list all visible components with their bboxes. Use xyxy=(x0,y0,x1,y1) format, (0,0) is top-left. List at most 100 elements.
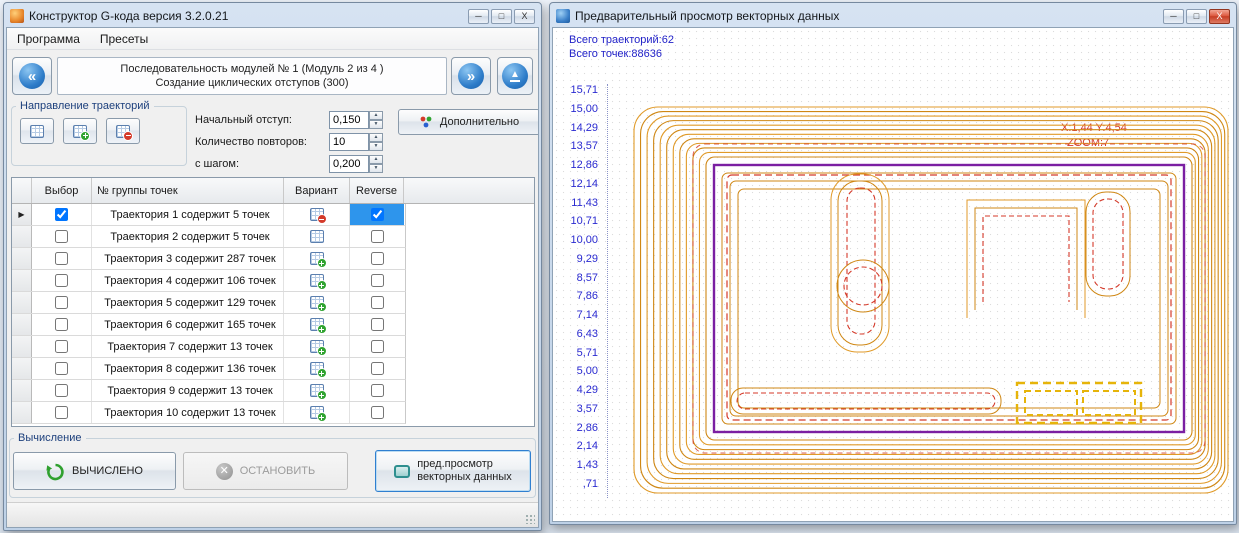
calculator-icon[interactable] xyxy=(309,384,327,400)
select-checkbox-cell[interactable] xyxy=(32,336,92,357)
eject-button[interactable]: ▲ xyxy=(497,57,533,95)
select-checkbox[interactable] xyxy=(55,208,68,221)
reverse-checkbox[interactable] xyxy=(370,274,384,287)
trajectory-label[interactable]: Траектория 10 содержит 13 точек xyxy=(92,402,284,423)
variant-cell[interactable] xyxy=(284,358,350,379)
trajectory-label[interactable]: Траектория 6 содержит 165 точек xyxy=(92,314,284,335)
close-icon[interactable]: Х xyxy=(514,8,535,24)
direction-remove-button[interactable] xyxy=(106,118,140,144)
trajectory-label[interactable]: Траектория 7 содержит 13 точек xyxy=(92,336,284,357)
select-checkbox-cell[interactable] xyxy=(32,204,92,225)
reverse-checkbox[interactable] xyxy=(370,252,384,265)
spin-down-icon[interactable]: ▼ xyxy=(369,120,383,129)
row-selector-cell[interactable] xyxy=(12,292,32,313)
select-checkbox-cell[interactable] xyxy=(32,380,92,401)
trajectory-label[interactable]: Траектория 4 содержит 106 точек xyxy=(92,270,284,291)
variant-header[interactable]: Вариант xyxy=(284,178,350,203)
left-titlebar[interactable]: Конструктор G-кода версия 3.2.0.21 ─ □ Х xyxy=(6,5,539,27)
menu-presets[interactable]: Пресеты xyxy=(90,29,158,49)
select-header[interactable]: Выбор xyxy=(32,178,92,203)
trajectory-label[interactable]: Траектория 5 содержит 129 точек xyxy=(92,292,284,313)
trajectory-label[interactable]: Траектория 2 содержит 5 точек xyxy=(92,226,284,247)
row-selector-cell[interactable] xyxy=(12,270,32,291)
calculator-icon[interactable] xyxy=(309,208,327,224)
group-header[interactable]: № группы точек xyxy=(92,178,284,203)
reverse-checkbox-cell[interactable] xyxy=(350,248,404,269)
variant-cell[interactable] xyxy=(284,292,350,313)
reverse-checkbox-cell[interactable] xyxy=(350,402,404,423)
variant-cell[interactable] xyxy=(284,380,350,401)
maximize-icon[interactable]: □ xyxy=(491,8,512,24)
step-spinner[interactable]: ▲ ▼ xyxy=(369,155,383,173)
variant-cell[interactable] xyxy=(284,402,350,423)
repeats-input[interactable] xyxy=(329,133,369,151)
select-checkbox-cell[interactable] xyxy=(32,314,92,335)
variant-cell[interactable] xyxy=(284,226,350,247)
table-row[interactable]: Траектория 3 содержит 287 точек xyxy=(12,248,406,270)
select-checkbox[interactable] xyxy=(55,318,68,331)
select-checkbox-cell[interactable] xyxy=(32,248,92,269)
minimize-icon[interactable]: ─ xyxy=(1163,8,1184,24)
reverse-checkbox[interactable] xyxy=(370,318,384,331)
reverse-checkbox[interactable] xyxy=(370,406,384,419)
row-selector-cell[interactable]: ▶ xyxy=(12,204,32,225)
row-selector-cell[interactable] xyxy=(12,402,32,423)
spin-down-icon[interactable]: ▼ xyxy=(369,142,383,151)
select-checkbox[interactable] xyxy=(55,274,68,287)
spin-up-icon[interactable]: ▲ xyxy=(369,133,383,142)
next-module-button[interactable]: » xyxy=(451,57,491,95)
select-checkbox-cell[interactable] xyxy=(32,270,92,291)
select-checkbox[interactable] xyxy=(55,362,68,375)
direction-add-button[interactable] xyxy=(63,118,97,144)
variant-cell[interactable] xyxy=(284,336,350,357)
variant-cell[interactable] xyxy=(284,204,350,225)
spin-up-icon[interactable]: ▲ xyxy=(369,111,383,120)
select-checkbox[interactable] xyxy=(55,296,68,309)
preview-vector-data-button[interactable]: пред.просмотр векторных данных xyxy=(375,450,531,492)
trajectory-label[interactable]: Траектория 8 содержит 136 точек xyxy=(92,358,284,379)
initial-offset-spinner[interactable]: ▲ ▼ xyxy=(369,111,383,129)
calculator-icon[interactable] xyxy=(309,274,327,290)
reverse-header[interactable]: Reverse xyxy=(350,178,404,203)
select-checkbox-cell[interactable] xyxy=(32,226,92,247)
maximize-icon[interactable]: □ xyxy=(1186,8,1207,24)
table-row[interactable]: Траектория 9 содержит 13 точек xyxy=(12,380,406,402)
table-row[interactable]: Траектория 5 содержит 129 точек xyxy=(12,292,406,314)
select-checkbox-cell[interactable] xyxy=(32,292,92,313)
row-selector-cell[interactable] xyxy=(12,226,32,247)
calculator-icon[interactable] xyxy=(309,362,327,378)
reverse-checkbox[interactable] xyxy=(370,340,384,353)
row-selector-cell[interactable] xyxy=(12,358,32,379)
reverse-checkbox-cell[interactable] xyxy=(350,358,404,379)
variant-cell[interactable] xyxy=(284,314,350,335)
table-row[interactable]: Траектория 10 содержит 13 точек xyxy=(12,402,406,424)
select-checkbox[interactable] xyxy=(55,252,68,265)
table-row[interactable]: Траектория 2 содержит 5 точек xyxy=(12,226,406,248)
calculator-icon[interactable] xyxy=(309,296,327,312)
reverse-checkbox-cell[interactable] xyxy=(350,204,404,225)
row-selector-cell[interactable] xyxy=(12,380,32,401)
reverse-checkbox-cell[interactable] xyxy=(350,226,404,247)
trajectory-label[interactable]: Траектория 1 содержит 5 точек xyxy=(92,204,284,225)
reverse-checkbox[interactable] xyxy=(370,230,384,243)
table-row[interactable]: Траектория 8 содержит 136 точек xyxy=(12,358,406,380)
calculator-icon[interactable] xyxy=(309,252,327,268)
select-checkbox-cell[interactable] xyxy=(32,402,92,423)
reverse-checkbox-cell[interactable] xyxy=(350,314,404,335)
stop-button[interactable]: ✕ ОСТАНОВИТЬ xyxy=(183,452,348,490)
select-checkbox[interactable] xyxy=(55,340,68,353)
variant-cell[interactable] xyxy=(284,270,350,291)
prev-module-button[interactable]: « xyxy=(12,57,52,95)
variant-cell[interactable] xyxy=(284,248,350,269)
initial-offset-input[interactable] xyxy=(329,111,369,129)
table-row[interactable]: Траектория 4 содержит 106 точек xyxy=(12,270,406,292)
trajectory-label[interactable]: Траектория 9 содержит 13 точек xyxy=(92,380,284,401)
trajectory-label[interactable]: Траектория 3 содержит 287 точек xyxy=(92,248,284,269)
table-row[interactable]: Траектория 6 содержит 165 точек xyxy=(12,314,406,336)
step-input[interactable] xyxy=(329,155,369,173)
menu-program[interactable]: Программа xyxy=(7,29,90,49)
row-selector-cell[interactable] xyxy=(12,314,32,335)
reverse-checkbox-cell[interactable] xyxy=(350,336,404,357)
calculated-button[interactable]: ВЫЧИСЛЕНО xyxy=(13,452,176,490)
reverse-checkbox-cell[interactable] xyxy=(350,380,404,401)
